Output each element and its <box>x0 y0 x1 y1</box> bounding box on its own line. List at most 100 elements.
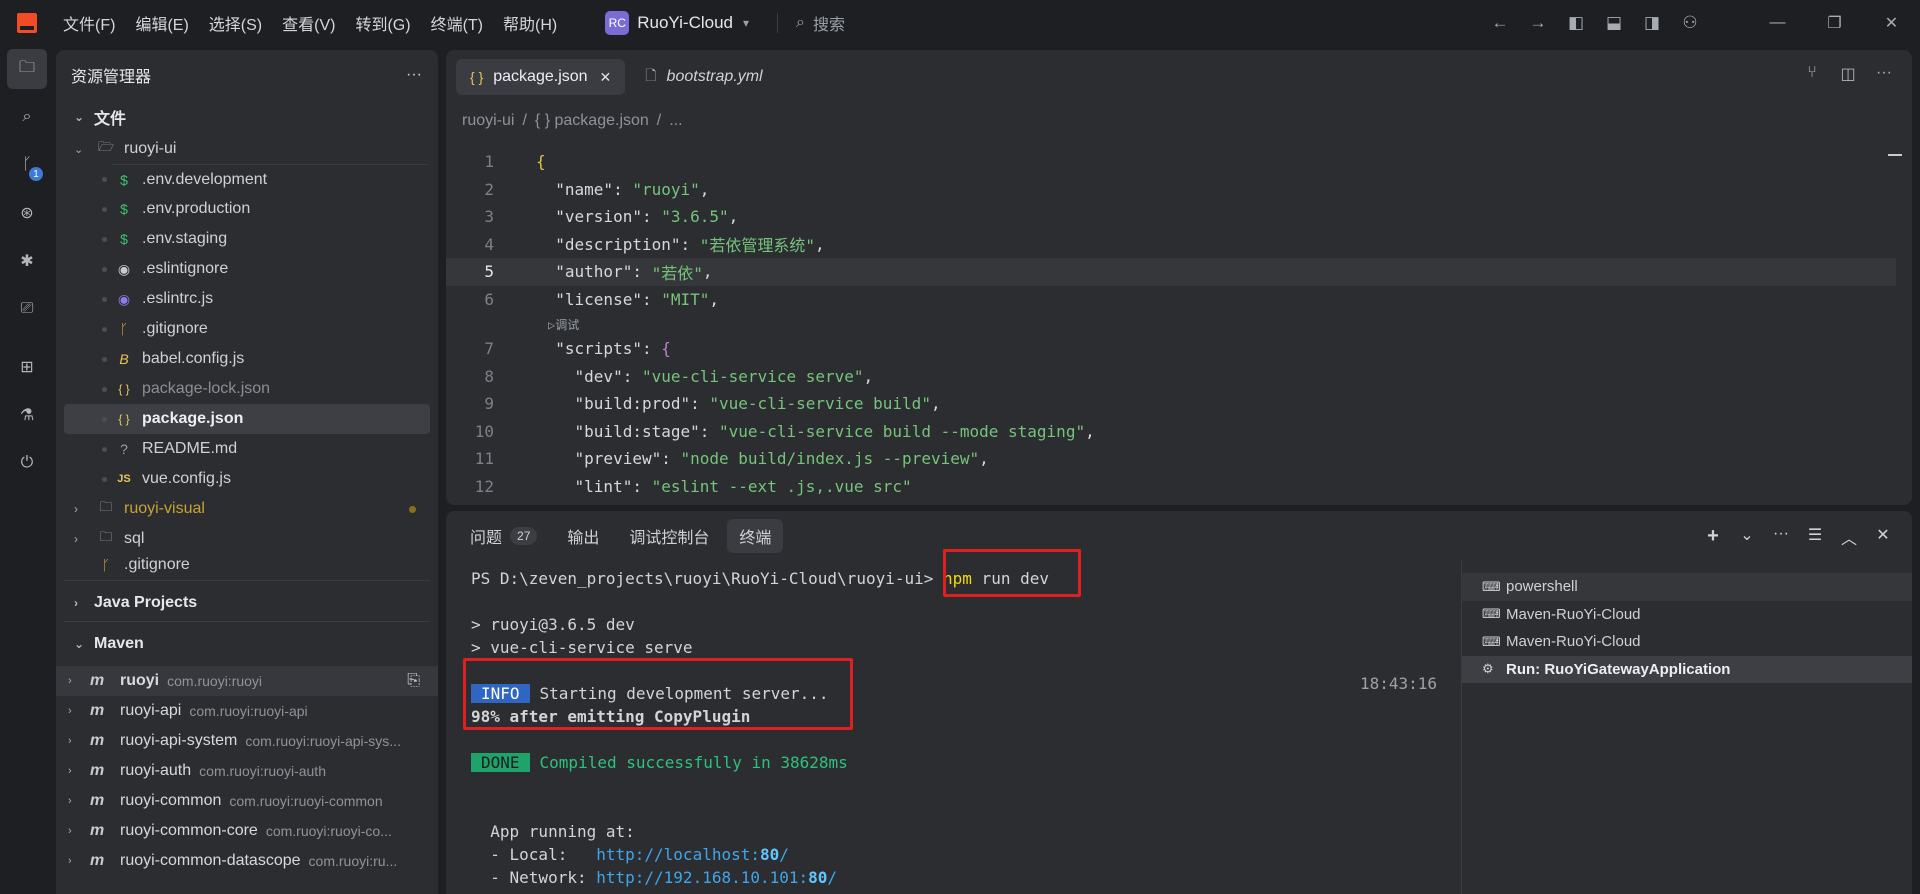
source-control-icon[interactable]: ᚴ1 <box>7 145 47 185</box>
menu-help[interactable]: 帮助(H) <box>503 11 557 35</box>
file-package-lock[interactable]: { } package-lock.json <box>56 374 438 404</box>
maven-project-ruoyi[interactable]: › m ruoyi com.ruoyi:ruoyi ⎘ <box>56 666 438 696</box>
more-actions-icon[interactable]: ··· <box>406 66 422 84</box>
maven-section-header[interactable]: ⌄ Maven <box>56 622 438 666</box>
terminal-icon: ⌨ <box>1482 633 1501 649</box>
power-icon[interactable]: ⏻ <box>7 443 47 483</box>
chevron-down-icon: ⌄ <box>74 110 85 124</box>
debug-icon[interactable]: ✱ <box>7 241 47 281</box>
project-switcher[interactable]: RC RuoYi-Cloud ▾ <box>605 10 749 35</box>
settings-sliders-icon[interactable]: ☰ <box>1798 525 1832 549</box>
file-eslintignore[interactable]: ◉ .eslintignore <box>56 254 438 284</box>
file-env-staging[interactable]: $ .env.staging <box>56 224 438 254</box>
line-number: 7 <box>484 339 494 359</box>
network-url[interactable]: http://192.168.10.101:80/ <box>596 868 837 887</box>
tab-problems[interactable]: 问题 27 <box>458 519 549 553</box>
file-env-production[interactable]: $ .env.production <box>56 194 438 224</box>
file-eslintrc[interactable]: ◉ .eslintrc.js <box>56 284 438 314</box>
breadcrumb-item[interactable]: { } package.json <box>535 112 649 130</box>
back-arrow-icon[interactable]: ← <box>1481 13 1519 33</box>
menu-go[interactable]: 转到(G) <box>355 11 410 35</box>
tab-terminal[interactable]: 终端 <box>727 519 784 553</box>
new-terminal-icon[interactable]: + <box>1696 525 1730 549</box>
file-readme[interactable]: ? README.md <box>56 434 438 464</box>
chevron-down-icon: ⌄ <box>74 637 85 651</box>
dollar-icon: $ <box>120 171 128 188</box>
menu-edit[interactable]: 编辑(E) <box>135 11 188 35</box>
line-number: 6 <box>484 289 494 309</box>
maven-project[interactable]: › m ruoyi-common-core com.ruoyi:ruoyi-co… <box>56 816 438 846</box>
file-vue-config[interactable]: JS vue.config.js <box>56 464 438 494</box>
menu-terminal[interactable]: 终端(T) <box>431 11 483 35</box>
timestamp: 18:43:16 <box>1360 674 1438 693</box>
code-token: "若依管理系统" <box>699 236 816 256</box>
maven-project[interactable]: › m ruoyi-common-datascope com.ruoyi:ru.… <box>56 846 438 876</box>
folder-sql[interactable]: › 🗀 sql <box>56 524 438 554</box>
breadcrumb-item[interactable]: ruoyi-ui <box>462 112 514 130</box>
search-icon[interactable]: ⌕ <box>7 97 47 137</box>
maven-project[interactable]: › m ruoyi-auth com.ruoyi:ruoyi-auth <box>56 756 438 786</box>
tab-bootstrap-yml[interactable]: 🗋 bootstrap.yml <box>631 59 776 95</box>
remote-icon[interactable]: ⊛ <box>7 193 47 233</box>
maven-label: ruoyi-api <box>120 702 182 719</box>
maven-project[interactable]: › m ruoyi-api com.ruoyi:ruoyi-api <box>56 696 438 726</box>
folder-ruoyi-ui[interactable]: ⌄ 🗁 ruoyi-ui <box>56 134 438 164</box>
maven-project[interactable]: › m ruoyi-common com.ruoyi:ruoyi-common <box>56 786 438 816</box>
testing-icon[interactable]: ⚗ <box>7 395 47 435</box>
close-panel-icon[interactable]: ✕ <box>1866 525 1900 549</box>
minimize-icon[interactable]: — <box>1749 14 1806 32</box>
toggle-panel-icon[interactable]: ⬓ <box>1595 13 1633 33</box>
maven-project[interactable]: › m ruoyi-api-system com.ruoyi:ruoyi-api… <box>56 726 438 756</box>
split-editor-icon[interactable]: ◫ <box>1830 64 1866 84</box>
bottom-panel: 问题 27 输出 调试控制台 终端 + ⌄ ··· ☰ ︿ ✕ PS D:\ze… <box>446 511 1912 894</box>
maven-label: ruoyi-common-datascope <box>120 852 301 869</box>
tab-output[interactable]: 输出 <box>555 519 611 553</box>
code-token: "eslint --ext .js,.vue src" <box>651 476 912 496</box>
open-changes-icon[interactable]: ⑂ <box>1794 64 1830 84</box>
forward-arrow-icon[interactable]: → <box>1519 13 1557 33</box>
menu-selection[interactable]: 选择(S) <box>209 11 262 35</box>
close-window-icon[interactable]: ✕ <box>1863 13 1920 33</box>
breadcrumb-item[interactable]: ... <box>669 112 682 130</box>
terminal-item-maven[interactable]: ⌨ Maven-RuoYi-Cloud <box>1462 628 1912 656</box>
code-editor[interactable]: 1{2 "name": "ruoyi", 3 "version": "3.6.5"… <box>446 148 1896 500</box>
terminal-label: Maven-RuoYi-Cloud <box>1506 605 1641 623</box>
tab-debug-console[interactable]: 调试控制台 <box>617 519 721 553</box>
toggle-sidebar-icon[interactable]: ◧ <box>1557 13 1595 33</box>
file-root-gitignore[interactable]: ᚴ .gitignore <box>56 554 438 576</box>
more-actions-icon[interactable]: ··· <box>1764 525 1798 549</box>
menu-file[interactable]: 文件(F) <box>63 11 115 35</box>
git-icon: ᚴ <box>101 557 111 573</box>
chevron-down-icon[interactable]: ⌄ <box>1730 525 1764 549</box>
file-package-json[interactable]: { } package.json <box>64 404 430 434</box>
paste-icon[interactable]: ⎘ <box>407 672 420 690</box>
local-url[interactable]: http://localhost:80/ <box>596 845 789 864</box>
code-token: "node build/index.js --preview" <box>680 449 980 469</box>
folder-ruoyi-visual[interactable]: › 🗀 ruoyi-visual <box>56 494 438 524</box>
java-projects-section-header[interactable]: › Java Projects <box>56 585 438 621</box>
explorer-icon[interactable]: 🗀 <box>7 49 47 89</box>
terminal-item-gateway-run[interactable]: ⚙ Run: RuoYiGatewayApplication <box>1462 655 1912 683</box>
tab-package-json[interactable]: { } package.json ✕ <box>456 59 626 95</box>
files-section-header[interactable]: ⌄ 文件 <box>56 100 438 134</box>
line-number: 5 <box>484 262 494 282</box>
local-label: - Local: <box>471 845 597 864</box>
file-gitignore[interactable]: ᚴ .gitignore <box>56 314 438 344</box>
extensions-icon[interactable]: ⊞ <box>7 347 47 387</box>
code-token: , <box>1085 421 1095 441</box>
restore-icon[interactable]: ❐ <box>1806 13 1863 33</box>
command-center-search[interactable]: ⌕ 搜索 <box>796 11 845 35</box>
close-icon[interactable]: ✕ <box>600 69 612 86</box>
file-label: .eslintrc.js <box>142 290 214 307</box>
file-babel-config[interactable]: B babel.config.js <box>56 344 438 374</box>
more-actions-icon[interactable]: ··· <box>1866 64 1902 84</box>
codelens-debug[interactable]: ▷调试 <box>446 313 1896 335</box>
file-env-development[interactable]: $ .env.development <box>56 165 438 194</box>
remote-explorer-icon[interactable]: ⎚ <box>7 289 47 329</box>
account-icon[interactable]: ⚇ <box>1671 13 1709 33</box>
terminal-item-maven[interactable]: ⌨ Maven-RuoYi-Cloud <box>1462 601 1912 629</box>
terminal-item-powershell[interactable]: ⌨ powershell <box>1462 573 1912 601</box>
menu-view[interactable]: 查看(V) <box>282 11 335 35</box>
toggle-secondary-sidebar-icon[interactable]: ◨ <box>1633 13 1671 33</box>
maximize-panel-icon[interactable]: ︿ <box>1832 525 1866 549</box>
